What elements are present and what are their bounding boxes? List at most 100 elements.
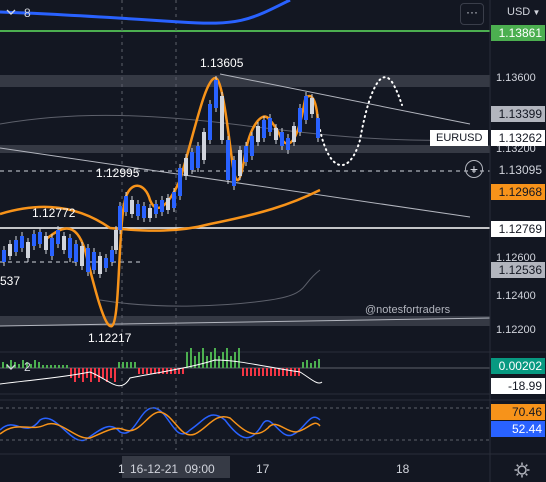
- candle: [14, 240, 18, 252]
- candle: [2, 250, 6, 262]
- collapse-chevron-icon[interactable]: [6, 7, 16, 17]
- candle: [298, 108, 302, 132]
- histogram-bar: [58, 365, 60, 368]
- histogram-bar: [246, 368, 248, 376]
- histogram-bar: [210, 352, 212, 368]
- candle: [166, 198, 170, 210]
- candle: [50, 238, 54, 256]
- histogram-bar: [62, 365, 64, 368]
- histogram-bar: [310, 363, 312, 368]
- price-tick: 1.12400: [496, 290, 536, 302]
- candle: [154, 204, 158, 214]
- histogram-bar: [150, 368, 152, 374]
- histogram-bar: [214, 348, 216, 368]
- histogram-bar: [42, 365, 44, 368]
- histogram-bar: [238, 348, 240, 368]
- histogram-bar: [18, 364, 20, 368]
- histogram-bar: [174, 368, 176, 374]
- histogram-bar: [146, 368, 148, 374]
- candle: [232, 160, 236, 186]
- histogram-bar: [190, 348, 192, 368]
- candle: [104, 258, 108, 268]
- histogram-bar: [2, 362, 4, 368]
- candle: [98, 256, 102, 274]
- candle: [274, 128, 278, 140]
- histogram-bar: [242, 368, 244, 376]
- price-highlight-label: 1.12968: [491, 184, 545, 200]
- candle: [136, 204, 140, 216]
- histogram-bar: [318, 359, 320, 368]
- histogram-bar: [258, 368, 260, 376]
- price-tick: 1.12200: [496, 324, 536, 336]
- macd-value-1: 0.00202: [491, 358, 545, 374]
- histogram-bar: [114, 368, 116, 382]
- candle: [80, 246, 84, 266]
- more-dots-icon[interactable]: ···: [460, 3, 484, 25]
- histogram-bar: [194, 356, 196, 368]
- candle: [226, 140, 230, 180]
- histogram-bar: [234, 352, 236, 368]
- candle: [304, 96, 308, 120]
- candle: [172, 192, 176, 208]
- macd-histogram: [2, 348, 320, 382]
- histogram-bar: [66, 365, 68, 368]
- histogram-bar: [78, 368, 80, 378]
- histogram-bar: [270, 368, 272, 376]
- candle: [110, 250, 114, 262]
- candle: [114, 230, 118, 250]
- stoch-value-2: 52.44: [491, 421, 545, 437]
- gear-icon[interactable]: [514, 462, 530, 478]
- histogram-bar: [170, 368, 172, 374]
- add-plus-icon[interactable]: +: [465, 160, 483, 178]
- candle: [208, 104, 212, 140]
- candle: [124, 196, 128, 212]
- candle: [74, 244, 78, 262]
- candle: [268, 118, 272, 132]
- candle: [148, 208, 152, 218]
- histogram-bar: [34, 360, 36, 368]
- histogram-bar: [110, 368, 112, 378]
- candle: [280, 132, 284, 146]
- price-highlight-label: 1.13262: [491, 130, 545, 146]
- histogram-bar: [230, 356, 232, 368]
- annotation-swing2: 1.12772: [32, 206, 76, 220]
- candle: [262, 120, 266, 138]
- candle: [62, 236, 66, 250]
- histogram-bar: [122, 362, 124, 368]
- histogram-bar: [314, 361, 316, 368]
- symbol-label: EURUSD: [430, 130, 488, 146]
- histogram-bar: [54, 365, 56, 368]
- histogram-bar: [302, 362, 304, 368]
- histogram-bar: [138, 368, 140, 374]
- histogram-bar: [294, 368, 296, 376]
- candle: [68, 238, 72, 258]
- histogram-bar: [126, 362, 128, 368]
- indicator-count: 8: [24, 6, 31, 20]
- histogram-bar: [38, 362, 40, 368]
- histogram-bar: [306, 360, 308, 368]
- histogram-bar: [82, 368, 84, 382]
- annotation-low: 1.12217: [88, 331, 132, 345]
- histogram-bar: [226, 348, 228, 368]
- histogram-bar: [50, 365, 52, 368]
- collapse-chevron-icon[interactable]: [6, 362, 16, 372]
- histogram-bar: [102, 368, 104, 378]
- histogram-bar: [290, 368, 292, 376]
- chart-canvas[interactable]: [0, 0, 546, 482]
- price-highlight-label: 1.13095: [491, 162, 545, 178]
- histogram-bar: [182, 368, 184, 374]
- candle: [32, 234, 36, 246]
- candle: [202, 132, 206, 160]
- histogram-bar: [46, 365, 48, 368]
- histogram-bar: [254, 368, 256, 376]
- candle: [196, 146, 200, 168]
- time-label-current: 16-12-21 09:00: [130, 462, 215, 476]
- histogram-bar: [134, 362, 136, 368]
- price-highlight-label: 1.13861: [491, 25, 545, 41]
- candle: [310, 98, 314, 114]
- candle: [130, 200, 134, 214]
- candle: [86, 248, 90, 272]
- annotation-high: 1.13605: [200, 56, 244, 70]
- histogram-bar: [142, 368, 144, 374]
- candle: [220, 96, 224, 140]
